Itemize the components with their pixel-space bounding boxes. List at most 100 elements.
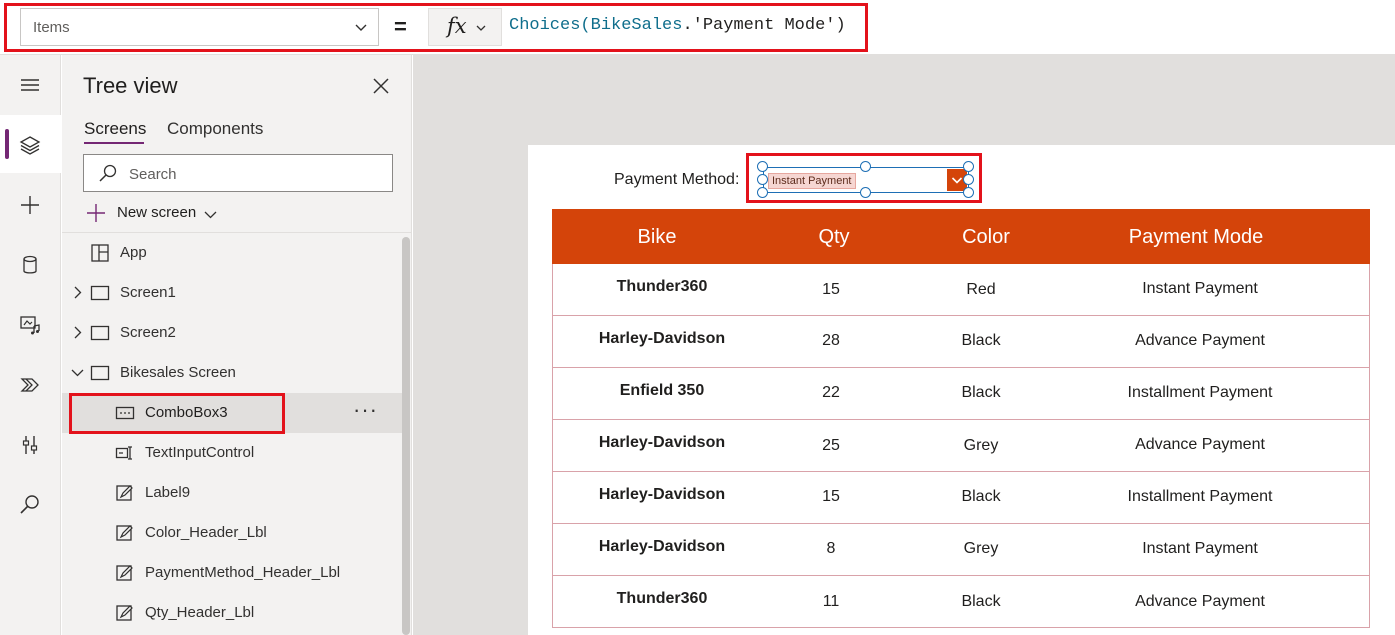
data-button[interactable] bbox=[0, 235, 61, 293]
label-icon bbox=[116, 485, 133, 501]
formula-bar: Items = fx Choices(BikeSales.'Payment Mo… bbox=[0, 0, 1395, 55]
cell-color: Black bbox=[961, 332, 1001, 349]
cell-bike: Harley-Davidson bbox=[598, 538, 726, 555]
hamburger-button[interactable] bbox=[0, 55, 61, 113]
cell-qty: 8 bbox=[826, 540, 836, 557]
table-header: Bike Qty Color Payment Mode bbox=[552, 209, 1370, 264]
cell-color: Black bbox=[961, 384, 1001, 401]
payment-method-label: Payment Method: bbox=[614, 171, 740, 188]
more-options-button[interactable]: ··· bbox=[353, 397, 378, 423]
cell-qty: 22 bbox=[822, 384, 840, 401]
cell-payment-mode: Instant Payment bbox=[1142, 280, 1258, 297]
tab-components[interactable]: Components bbox=[167, 119, 263, 139]
screen-icon bbox=[90, 285, 110, 301]
cell-color: Grey bbox=[963, 540, 999, 557]
search-input[interactable]: Search bbox=[83, 154, 393, 192]
variables-icon bbox=[20, 378, 39, 392]
table-row[interactable]: Thunder360 11 Black Advance Payment bbox=[552, 576, 1370, 628]
column-header-color: Color bbox=[962, 226, 1010, 248]
tree-item-label: Screen2 bbox=[120, 324, 176, 341]
left-rail bbox=[0, 55, 61, 635]
chevron-down-icon bbox=[204, 211, 217, 219]
tree-scrollbar[interactable] bbox=[402, 237, 410, 635]
cell-payment-mode: Advance Payment bbox=[1135, 593, 1265, 610]
column-header-payment-mode: Payment Mode bbox=[1128, 226, 1264, 248]
bike-sales-table: Bike Qty Color Payment Mode Thunder360 1… bbox=[552, 209, 1370, 635]
new-screen-button[interactable]: New screen bbox=[86, 201, 226, 225]
cell-bike: Enfield 350 bbox=[619, 382, 705, 399]
database-icon bbox=[23, 255, 37, 274]
chevron-right-icon[interactable] bbox=[71, 326, 84, 339]
cell-qty: 25 bbox=[822, 437, 840, 454]
search-rail-button[interactable] bbox=[0, 475, 61, 533]
tree-item-qty-header-lbl[interactable]: Qty_Header_Lbl bbox=[62, 593, 404, 633]
table-row[interactable]: Harley-Davidson 25 Grey Advance Payment bbox=[552, 420, 1370, 472]
table-row[interactable]: Harley-Davidson 15 Black Installment Pay… bbox=[552, 472, 1370, 524]
bikesales-screen-canvas[interactable]: Payment Method: Instant Payment Bike Qty bbox=[528, 145, 1395, 635]
tree-item-paymentmethod-header-lbl[interactable]: PaymentMethod_Header_Lbl bbox=[62, 553, 404, 593]
table-row[interactable]: Enfield 350 22 Black Installment Payment bbox=[552, 368, 1370, 420]
tab-screens[interactable]: Screens bbox=[84, 119, 146, 139]
cell-bike: Harley-Davidson bbox=[598, 434, 726, 451]
tree-item-label: Screen1 bbox=[120, 284, 176, 301]
cell-color: Red bbox=[966, 281, 996, 298]
table-row[interactable]: Thunder360 15 Red Instant Payment bbox=[552, 264, 1370, 316]
cell-color: Black bbox=[961, 488, 1001, 505]
column-header-bike: Bike bbox=[637, 226, 677, 248]
close-icon[interactable] bbox=[372, 77, 390, 95]
layers-icon bbox=[19, 136, 41, 155]
cell-qty: 15 bbox=[822, 281, 840, 298]
tree-item-screen1[interactable]: Screen1 bbox=[62, 273, 404, 313]
label-icon bbox=[116, 565, 133, 581]
screen-icon bbox=[90, 325, 110, 341]
highlight-frame-combobox3 bbox=[69, 393, 285, 434]
tree-item-label9[interactable]: Label9 bbox=[62, 473, 404, 513]
cell-color: Grey bbox=[963, 437, 999, 454]
tree-item-bikesales-screen[interactable]: Bikesales Screen bbox=[62, 353, 404, 393]
new-screen-label: New screen bbox=[117, 204, 197, 221]
column-header-qty: Qty bbox=[818, 226, 850, 248]
screen-icon bbox=[90, 365, 110, 381]
cell-bike: Harley-Davidson bbox=[598, 486, 726, 503]
tree-item-screen2[interactable]: Screen2 bbox=[62, 313, 404, 353]
cell-payment-mode: Installment Payment bbox=[1127, 384, 1273, 401]
cell-color: Black bbox=[961, 593, 1001, 610]
advanced-tools-button[interactable] bbox=[0, 415, 61, 473]
table-row[interactable]: Harley-Davidson 28 Black Advance Payment bbox=[552, 316, 1370, 368]
cell-bike: Thunder360 bbox=[616, 590, 708, 607]
tree-item-app[interactable]: App bbox=[62, 233, 404, 273]
tree-item-color-header-lbl[interactable]: Color_Header_Lbl bbox=[62, 513, 404, 553]
cell-bike: Harley-Davidson bbox=[598, 330, 726, 347]
tree-item-label: Qty_Header_Lbl bbox=[145, 604, 255, 621]
label-icon bbox=[116, 525, 133, 541]
cell-qty: 11 bbox=[822, 593, 840, 610]
cell-bike: Thunder360 bbox=[616, 278, 708, 295]
chevron-right-icon[interactable] bbox=[71, 286, 84, 299]
cell-payment-mode: Advance Payment bbox=[1135, 332, 1265, 349]
tree-item-label: App bbox=[120, 244, 147, 261]
tree-view-title: Tree view bbox=[83, 73, 178, 98]
cell-qty: 15 bbox=[822, 488, 840, 505]
tree-item-textinputcontrol[interactable]: TextInputControl bbox=[62, 433, 404, 473]
app-root: Items = fx Choices(BikeSales.'Payment Mo… bbox=[0, 0, 1395, 635]
cell-payment-mode: Instant Payment bbox=[1142, 540, 1258, 557]
cell-payment-mode: Advance Payment bbox=[1135, 436, 1265, 453]
plus-icon bbox=[87, 204, 105, 222]
search-icon bbox=[20, 495, 39, 514]
tree-item-label: Bikesales Screen bbox=[120, 364, 236, 381]
chevron-down-icon[interactable] bbox=[71, 366, 84, 379]
plus-icon bbox=[21, 196, 39, 214]
tree-item-label: TextInputControl bbox=[145, 444, 255, 461]
cell-qty: 28 bbox=[822, 332, 840, 349]
insert-button[interactable] bbox=[0, 175, 61, 233]
label-icon bbox=[116, 605, 133, 621]
media-button[interactable] bbox=[0, 295, 61, 353]
tree-view-panel: Tree view Screens Components Search New … bbox=[62, 55, 412, 635]
table-row[interactable]: Harley-Davidson 8 Grey Instant Payment bbox=[552, 524, 1370, 576]
tree-view-button[interactable] bbox=[0, 115, 61, 173]
highlight-frame-combobox bbox=[746, 153, 982, 203]
app-icon bbox=[91, 244, 109, 262]
search-placeholder: Search bbox=[129, 166, 177, 183]
canvas-area: Payment Method: Instant Payment Bike Qty bbox=[413, 55, 1395, 635]
variables-button[interactable] bbox=[0, 355, 61, 413]
